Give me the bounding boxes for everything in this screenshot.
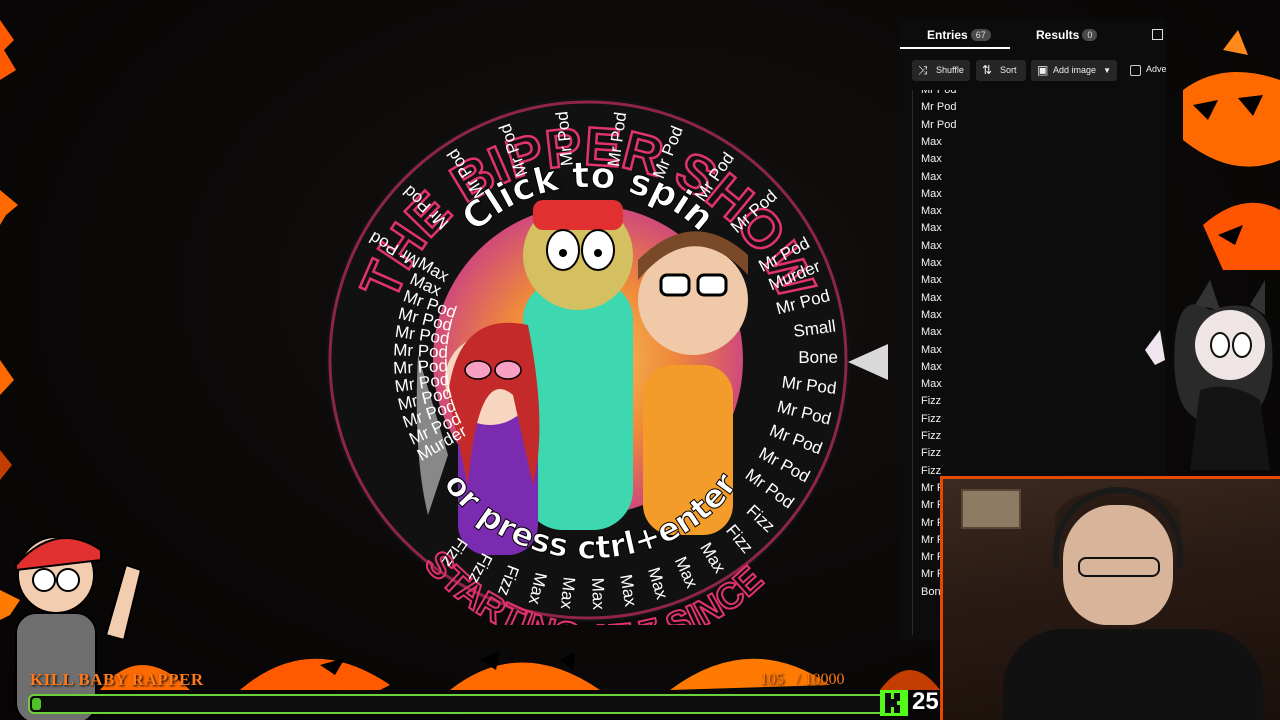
right-pumpkin-decoration <box>1183 30 1280 270</box>
stream-overlay: THE BIPPER SHOW STARTING AT 7 SINCE Murd… <box>0 0 1280 720</box>
anime-mascot-right <box>1145 280 1273 470</box>
entry-item[interactable]: Max <box>921 171 942 183</box>
entry-item[interactable]: Max <box>921 361 942 373</box>
entries-toolbar: ⤨ Shuffle ⇅ Sort ▣ Add image ▼ Adve <box>912 60 1167 82</box>
add-image-button[interactable]: ▣ Add image ▼ <box>1031 60 1117 81</box>
entry-item[interactable]: Max <box>921 344 942 356</box>
wheel-graphic[interactable]: THE BIPPER SHOW STARTING AT 7 SINCE Murd… <box>318 95 858 625</box>
wheel-label: Max <box>557 576 579 610</box>
entry-item[interactable]: Max <box>921 222 942 234</box>
entry-item[interactable]: Max <box>921 309 942 321</box>
entry-item[interactable]: Max <box>921 378 942 390</box>
kick-logo-icon <box>880 690 908 716</box>
goal-progress-fill <box>32 698 42 710</box>
bipper-mascot-left <box>15 536 143 720</box>
advanced-label: Adve <box>1146 64 1167 74</box>
sort-icon: ⇅ <box>982 63 993 77</box>
advanced-checkbox[interactable] <box>1130 65 1141 76</box>
wheel-label: Bone <box>798 348 838 367</box>
chevron-down-icon: ▼ <box>1103 66 1111 75</box>
tab-results-count: 0 <box>1082 29 1098 41</box>
wheel-pointer-arrow <box>848 344 888 380</box>
tab-entries-count: 67 <box>970 29 991 41</box>
maximize-icon[interactable] <box>1152 29 1163 40</box>
panel-tabs: Entries 67 Results 0 <box>900 20 1166 50</box>
shuffle-button[interactable]: ⤨ Shuffle <box>912 60 970 81</box>
entry-item[interactable]: Fizz <box>921 447 941 459</box>
entry-item[interactable]: Fizz <box>921 430 941 442</box>
tab-entries[interactable]: Entries 67 <box>927 28 991 42</box>
streamer-shirt <box>1003 629 1263 720</box>
entry-item[interactable]: Mr Pod <box>921 90 956 96</box>
tab-results[interactable]: Results 0 <box>1036 28 1098 42</box>
glasses <box>1078 557 1160 577</box>
sort-label: Sort <box>1000 65 1017 75</box>
goal-progress-bar <box>28 694 900 714</box>
entry-item[interactable]: Fizz <box>921 395 941 407</box>
active-tab-indicator <box>900 47 1010 49</box>
entry-item[interactable]: Max <box>921 240 942 252</box>
goal-count: 105 / 10000 <box>760 671 845 688</box>
wheel-label: Max <box>588 577 608 610</box>
entry-item[interactable]: Max <box>921 257 942 269</box>
add-image-label: Add image <box>1053 65 1097 75</box>
tab-entries-label: Entries <box>927 28 968 42</box>
entry-item[interactable]: Max <box>921 153 942 165</box>
shuffle-label: Shuffle <box>936 65 964 75</box>
tab-results-label: Results <box>1036 28 1080 42</box>
entry-item[interactable]: Mr Pod <box>921 101 956 113</box>
entry-item[interactable]: Max <box>921 205 942 217</box>
shuffle-icon: ⤨ <box>918 63 928 77</box>
background-picture <box>961 489 1021 529</box>
entry-item[interactable]: Max <box>921 274 942 286</box>
sub-count: 25 <box>912 688 939 715</box>
goal-title: KILL BABY RAPPER <box>30 670 204 689</box>
spin-wheel[interactable]: THE BIPPER SHOW STARTING AT 7 SINCE Murd… <box>318 95 858 625</box>
entry-item[interactable]: Max <box>921 326 942 338</box>
sort-button[interactable]: ⇅ Sort <box>976 60 1026 81</box>
entry-item[interactable]: Fizz <box>921 465 941 477</box>
entry-item[interactable]: Max <box>921 292 942 304</box>
entry-item[interactable]: Max <box>921 136 942 148</box>
image-icon: ▣ <box>1037 63 1049 77</box>
webcam-feed <box>940 476 1280 720</box>
entry-item[interactable]: Mr Pod <box>921 119 956 131</box>
entry-item[interactable]: Fizz <box>921 413 941 425</box>
entry-item[interactable]: Max <box>921 188 942 200</box>
